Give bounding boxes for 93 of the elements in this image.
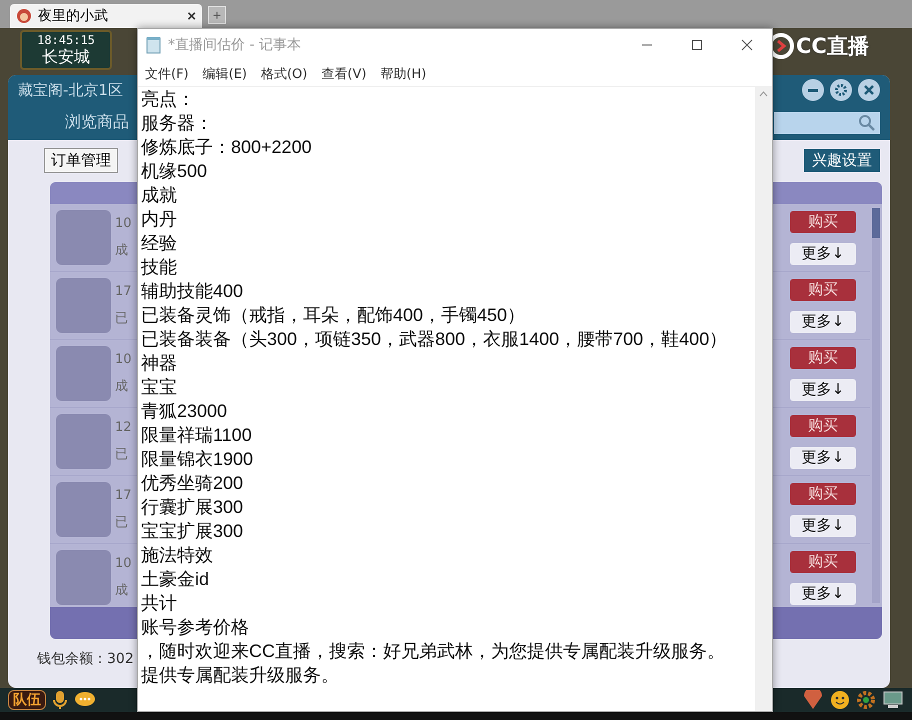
search-field[interactable] bbox=[774, 112, 880, 134]
listing-status: 成 bbox=[115, 582, 129, 599]
buy-button[interactable]: 购买 bbox=[790, 210, 856, 232]
buy-button[interactable]: 购买 bbox=[790, 482, 856, 504]
text-line: 服务器： bbox=[141, 112, 213, 135]
listing-text: 10 bbox=[115, 216, 132, 231]
chat-icon[interactable] bbox=[74, 691, 96, 709]
character-avatar bbox=[56, 482, 111, 537]
gear-icon[interactable] bbox=[856, 690, 876, 710]
new-tab-button[interactable]: + bbox=[208, 6, 226, 24]
listing-text: 12 bbox=[115, 420, 132, 435]
scrollbar[interactable] bbox=[755, 87, 772, 711]
buy-button[interactable]: 购买 bbox=[790, 346, 856, 368]
buy-button[interactable]: 购买 bbox=[790, 278, 856, 300]
listing-status: 已 bbox=[115, 514, 129, 531]
text-line: 经验 bbox=[141, 232, 177, 255]
window-title: *直播间估价 - 记事本 bbox=[168, 36, 301, 54]
text-line: 亮点： bbox=[141, 88, 195, 111]
text-line: 限量祥瑞1100 bbox=[141, 424, 252, 447]
text-line: 成就 bbox=[141, 184, 177, 207]
team-button[interactable]: 队伍 bbox=[8, 690, 46, 710]
character-avatar bbox=[56, 210, 111, 265]
caret-up-icon bbox=[759, 91, 768, 97]
close-icon bbox=[741, 39, 753, 51]
close-button[interactable] bbox=[858, 79, 880, 101]
scrollbar[interactable] bbox=[872, 208, 880, 603]
game-time: 18:45:15 bbox=[37, 33, 95, 47]
close-icon bbox=[863, 84, 875, 96]
notepad-icon bbox=[146, 36, 162, 54]
listing-status: 成 bbox=[115, 242, 129, 259]
text-line: 辅助技能400 bbox=[141, 280, 244, 303]
more-button[interactable]: 更多↓ bbox=[790, 310, 856, 332]
browser-tab[interactable]: 夜里的小武 × bbox=[10, 4, 202, 28]
more-button[interactable]: 更多↓ bbox=[790, 446, 856, 468]
text-line: 共计 bbox=[141, 592, 177, 615]
text-line: 优秀坐骑200 bbox=[141, 472, 244, 495]
microphone-icon[interactable] bbox=[52, 690, 68, 710]
logo-text: CC直播 bbox=[796, 33, 869, 60]
text-line: 修炼底子：800+2200 bbox=[141, 136, 312, 159]
text-line: 宝宝 bbox=[141, 376, 177, 399]
text-line: 已装备灵饰（戒指，耳朵，配饰400，手镯450） bbox=[141, 304, 526, 327]
text-line: 神器 bbox=[141, 352, 177, 375]
wallet-balance: 钱包余额：302 bbox=[37, 650, 134, 668]
text-line: 行囊扩展300 bbox=[141, 496, 244, 519]
location-name: 长安城 bbox=[42, 47, 90, 67]
text-line: 宝宝扩展300 bbox=[141, 520, 244, 543]
text-line: 技能 bbox=[141, 256, 177, 279]
window-title: 藏宝阁-北京1区 bbox=[18, 80, 123, 100]
menu-item[interactable]: 查看(V) bbox=[321, 64, 366, 82]
minimize-button[interactable] bbox=[802, 79, 824, 101]
search-icon bbox=[858, 114, 876, 132]
character-avatar bbox=[56, 346, 111, 401]
more-button[interactable]: 更多↓ bbox=[790, 514, 856, 536]
close-tab-button[interactable]: × bbox=[187, 8, 196, 24]
menu-item[interactable]: 编辑(E) bbox=[202, 64, 247, 82]
text-line: 施法特效 bbox=[141, 544, 213, 567]
gear-icon bbox=[835, 84, 847, 96]
settings-button[interactable] bbox=[830, 79, 852, 101]
character-icon bbox=[16, 8, 32, 24]
buy-button[interactable]: 购买 bbox=[790, 550, 856, 572]
smiley-icon[interactable] bbox=[830, 690, 850, 710]
text-line: ，随时欢迎来CC直播，搜索：好兄弟武林，为您提供专属配装升级服务。 bbox=[141, 640, 725, 663]
listing-text: 10 bbox=[115, 352, 132, 367]
text-line: 土豪金id bbox=[141, 568, 210, 591]
menu-item[interactable]: 格式(O) bbox=[260, 64, 308, 82]
buy-button[interactable]: 购买 bbox=[790, 414, 856, 436]
tab-title: 夜里的小武 bbox=[38, 7, 109, 25]
text-line: 提供专属配装升级服务。 bbox=[141, 664, 339, 687]
text-line: 内丹 bbox=[141, 208, 177, 231]
menu-item[interactable]: 文件(F) bbox=[145, 64, 189, 82]
character-avatar bbox=[56, 550, 111, 605]
text-line: 青狐23000 bbox=[141, 400, 228, 423]
character-avatar bbox=[56, 414, 111, 469]
text-line: 限量锦衣1900 bbox=[141, 448, 254, 471]
menu-item[interactable]: 帮助(H) bbox=[380, 64, 426, 82]
text-line: 已装备装备（头300，项链350，武器800，衣服1400，腰带700，鞋400） bbox=[141, 328, 728, 351]
listing-text: 17 bbox=[115, 284, 132, 299]
listing-text: 17 bbox=[115, 488, 132, 503]
more-button[interactable]: 更多↓ bbox=[790, 582, 856, 604]
computer-icon[interactable] bbox=[882, 690, 904, 710]
listing-status: 已 bbox=[115, 310, 129, 327]
more-button[interactable]: 更多↓ bbox=[790, 378, 856, 400]
listing-text: 10 bbox=[115, 556, 132, 571]
text-line: 账号参考价格 bbox=[141, 616, 249, 639]
interest-settings-button[interactable]: 兴趣设置 bbox=[804, 148, 880, 172]
character-avatar bbox=[56, 278, 111, 333]
listing-status: 成 bbox=[115, 378, 129, 395]
text-line: 机缘500 bbox=[141, 160, 208, 183]
order-management-button[interactable]: 订单管理 bbox=[44, 148, 118, 172]
more-button[interactable]: 更多↓ bbox=[790, 242, 856, 264]
listing-status: 已 bbox=[115, 446, 129, 463]
maximize-icon bbox=[691, 39, 703, 51]
browse-tab[interactable]: 浏览商品 bbox=[65, 112, 129, 133]
